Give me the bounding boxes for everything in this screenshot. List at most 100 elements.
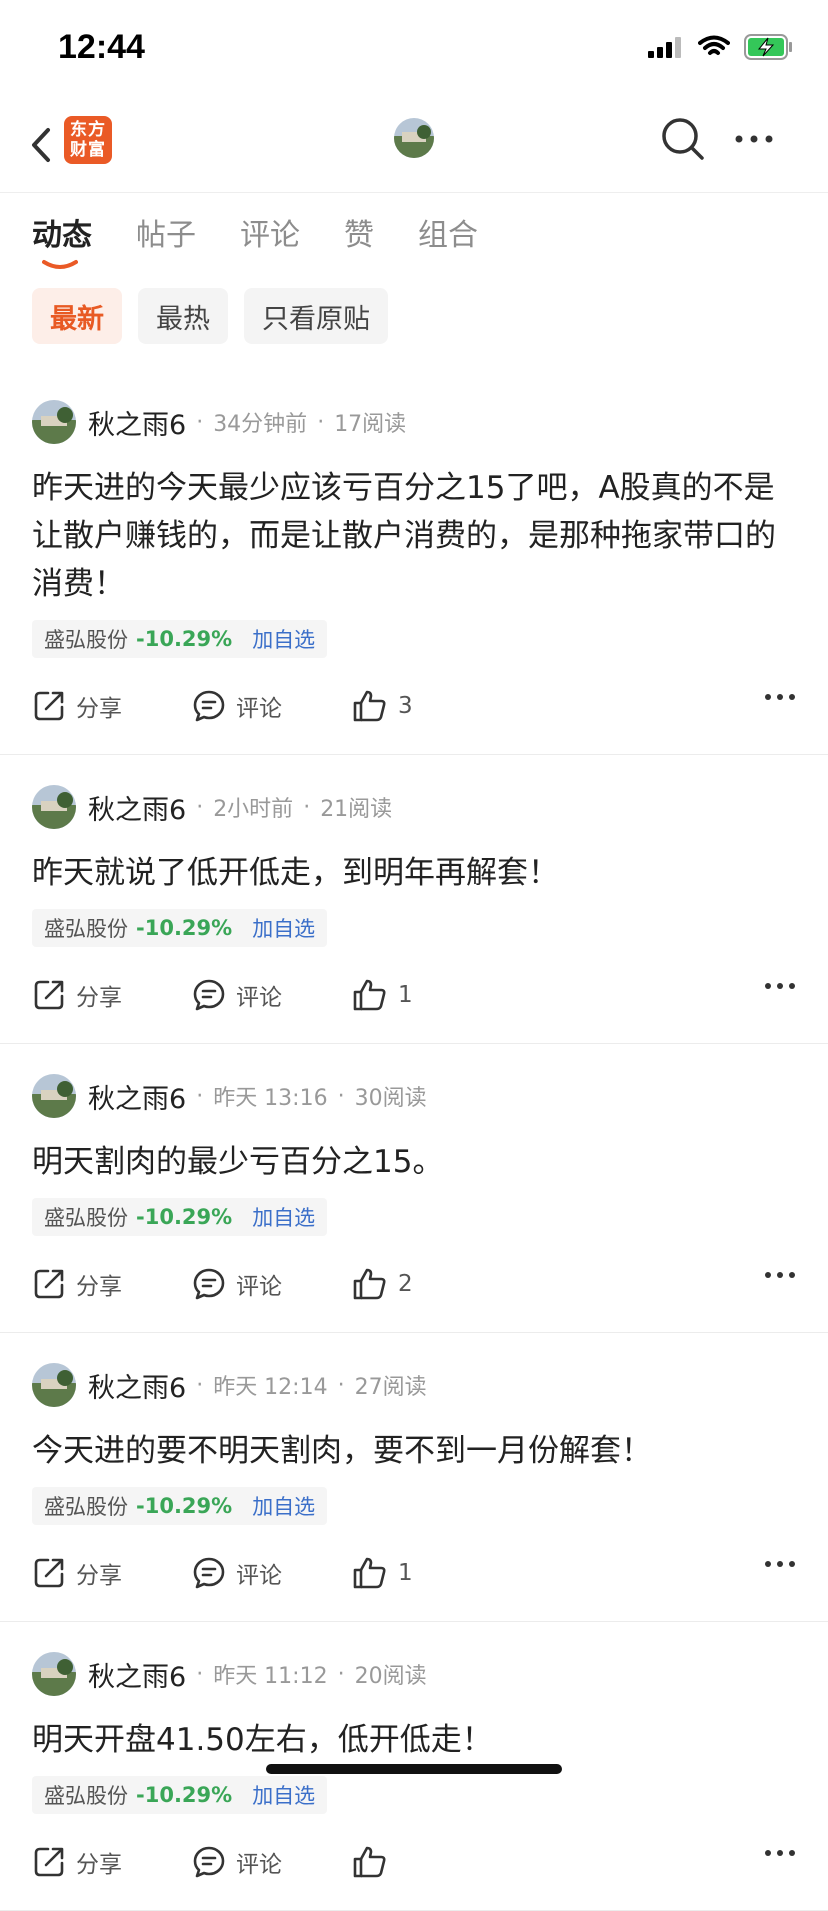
- post-more-icon[interactable]: [764, 1559, 796, 1569]
- share-button[interactable]: 分享: [32, 978, 192, 1012]
- back-chevron-icon[interactable]: [26, 122, 60, 168]
- comment-icon: [193, 1268, 225, 1300]
- share-icon: [34, 1847, 64, 1877]
- post-header: 秋之雨6 · 34分钟前 · 17阅读: [32, 370, 796, 460]
- post-more-icon[interactable]: [764, 692, 796, 702]
- tab-pinglun[interactable]: 评论: [240, 210, 300, 254]
- author-avatar[interactable]: [32, 1074, 76, 1118]
- thumbs-up-icon: [353, 1557, 386, 1589]
- comment-label: 评论: [236, 696, 282, 722]
- search-icon[interactable]: [660, 116, 706, 162]
- like-button[interactable]: 2: [352, 1267, 512, 1301]
- tab-zuhe[interactable]: 组合: [418, 210, 478, 254]
- stock-tag[interactable]: 盛弘股份 -10.29% 加自选: [32, 909, 328, 947]
- tab-label: 赞: [344, 218, 374, 253]
- comment-label: 评论: [236, 985, 282, 1011]
- stock-tag[interactable]: 盛弘股份 -10.29% 加自选: [32, 620, 328, 658]
- post-card[interactable]: 秋之雨6 · 34分钟前 · 17阅读 昨天进的今天最少应该亏百分之15了吧，A…: [0, 370, 828, 755]
- comment-button[interactable]: 评论: [192, 978, 352, 1012]
- like-button[interactable]: 3: [352, 689, 512, 723]
- post-more-icon[interactable]: [764, 981, 796, 991]
- author-name[interactable]: 秋之雨6: [88, 1077, 186, 1116]
- meta-separator: ·: [196, 409, 204, 435]
- post-header: 秋之雨6 · 昨天 12:14 · 27阅读: [32, 1333, 796, 1423]
- share-icon: [34, 1558, 64, 1588]
- comment-icon: [193, 690, 225, 722]
- like-count: 1: [398, 1560, 413, 1586]
- post-card[interactable]: 秋之雨6 · 昨天 13:16 · 30阅读 明天割肉的最少亏百分之15。 盛弘…: [0, 1044, 828, 1333]
- comment-icon: [193, 1846, 225, 1878]
- read-count: 30阅读: [354, 1086, 427, 1111]
- share-button[interactable]: 分享: [32, 689, 192, 723]
- thumbs-up-icon: [353, 1268, 386, 1300]
- author-avatar[interactable]: [32, 1363, 76, 1407]
- author-avatar[interactable]: [32, 1652, 76, 1696]
- add-watchlist-button[interactable]: 加自选: [252, 1491, 315, 1521]
- post-more-icon[interactable]: [764, 1848, 796, 1858]
- stock-name: 盛弘股份: [44, 1495, 128, 1519]
- comment-button[interactable]: 评论: [192, 689, 352, 723]
- home-indicator[interactable]: [266, 1764, 562, 1774]
- post-time: 34分钟前: [213, 412, 308, 437]
- status-icons: [648, 34, 794, 60]
- share-label: 分享: [76, 1563, 122, 1589]
- post-text[interactable]: 昨天就说了低开低走，到明年再解套！: [32, 849, 796, 897]
- comment-icon: [193, 1557, 225, 1589]
- post-card[interactable]: 秋之雨6 · 2小时前 · 21阅读 昨天就说了低开低走，到明年再解套！ 盛弘股…: [0, 755, 828, 1044]
- add-watchlist-button[interactable]: 加自选: [252, 1202, 315, 1232]
- author-name[interactable]: 秋之雨6: [88, 1655, 186, 1694]
- post-more-icon[interactable]: [764, 1270, 796, 1280]
- post-time: 昨天 11:12: [213, 1664, 328, 1689]
- comment-button[interactable]: 评论: [192, 1556, 352, 1590]
- like-button[interactable]: [352, 1845, 512, 1879]
- cellular-signal-icon: [648, 37, 681, 58]
- post-header: 秋之雨6 · 昨天 11:12 · 20阅读: [32, 1622, 796, 1712]
- avatar-image-icon: [32, 1074, 76, 1118]
- like-button[interactable]: 1: [352, 978, 512, 1012]
- stock-change: -10.29%: [136, 1783, 233, 1807]
- like-button[interactable]: 1: [352, 1556, 512, 1590]
- post-text[interactable]: 昨天进的今天最少应该亏百分之15了吧，A股真的不是让散户赚钱的，而是让散户消费的…: [32, 464, 796, 608]
- stock-tag[interactable]: 盛弘股份 -10.29% 加自选: [32, 1198, 328, 1236]
- meta-separator: ·: [337, 1372, 345, 1398]
- read-count: 17阅读: [334, 412, 407, 437]
- app-logo[interactable]: 东方财富: [64, 116, 112, 164]
- post-card[interactable]: 秋之雨6 · 昨天 12:14 · 27阅读 今天进的要不明天割肉，要不到一月份…: [0, 1333, 828, 1622]
- add-watchlist-button[interactable]: 加自选: [252, 913, 315, 943]
- post-text[interactable]: 明天开盘41.50左右，低开低走！: [32, 1716, 796, 1764]
- post-text[interactable]: 今天进的要不明天割肉，要不到一月份解套！: [32, 1427, 796, 1475]
- stock-tag[interactable]: 盛弘股份 -10.29% 加自选: [32, 1776, 328, 1814]
- add-watchlist-button[interactable]: 加自选: [252, 1780, 315, 1810]
- filter-hottest[interactable]: 最热: [138, 288, 228, 344]
- comment-button[interactable]: 评论: [192, 1845, 352, 1879]
- stock-name: 盛弘股份: [44, 1206, 128, 1230]
- share-icon: [34, 691, 64, 721]
- comment-button[interactable]: 评论: [192, 1267, 352, 1301]
- profile-avatar[interactable]: [394, 118, 434, 158]
- filter-latest[interactable]: 最新: [32, 288, 122, 344]
- post-text[interactable]: 明天割肉的最少亏百分之15。: [32, 1138, 796, 1186]
- add-watchlist-button[interactable]: 加自选: [252, 624, 315, 654]
- share-button[interactable]: 分享: [32, 1267, 192, 1301]
- tab-label: 评论: [240, 218, 300, 253]
- stock-change: -10.29%: [136, 627, 233, 651]
- author-name[interactable]: 秋之雨6: [88, 403, 186, 442]
- share-button[interactable]: 分享: [32, 1845, 192, 1879]
- tab-dongtai[interactable]: 动态: [32, 210, 92, 269]
- read-count: 27阅读: [354, 1375, 427, 1400]
- tab-tiezi[interactable]: 帖子: [136, 210, 196, 254]
- stock-tag[interactable]: 盛弘股份 -10.29% 加自选: [32, 1487, 328, 1525]
- thumbs-up-icon: [353, 690, 386, 722]
- more-options-icon[interactable]: [734, 126, 774, 152]
- author-name[interactable]: 秋之雨6: [88, 1366, 186, 1405]
- post-header: 秋之雨6 · 2小时前 · 21阅读: [32, 755, 796, 845]
- filter-original-only[interactable]: 只看原贴: [244, 288, 388, 344]
- author-name[interactable]: 秋之雨6: [88, 788, 186, 827]
- share-button[interactable]: 分享: [32, 1556, 192, 1590]
- like-count: 1: [398, 982, 413, 1008]
- author-avatar[interactable]: [32, 785, 76, 829]
- read-count: 20阅读: [354, 1664, 427, 1689]
- stock-change: -10.29%: [136, 1494, 233, 1518]
- author-avatar[interactable]: [32, 400, 76, 444]
- tab-zan[interactable]: 赞: [344, 210, 374, 254]
